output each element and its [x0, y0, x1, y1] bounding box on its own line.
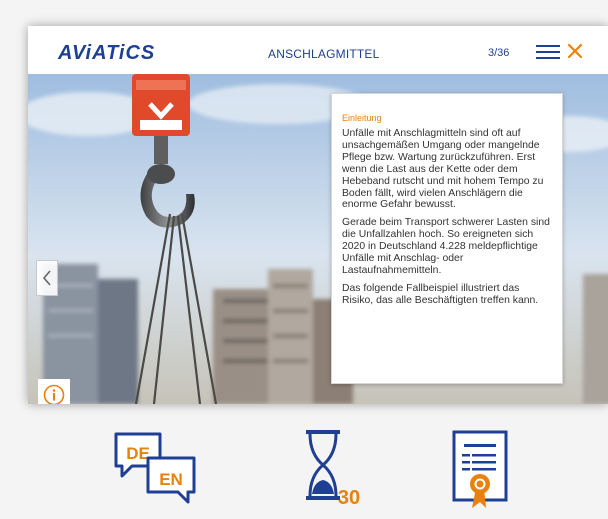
- certificate-button[interactable]: [450, 428, 514, 512]
- language-from-label: DE: [126, 444, 150, 463]
- info-icon: [43, 384, 65, 404]
- app-logo: AViATiCS: [58, 42, 156, 64]
- card-paragraph-2: Gerade beim Transport schwerer Lasten si…: [342, 217, 550, 276]
- hamburger-menu-icon[interactable]: [536, 44, 560, 60]
- hourglass-icon: 30: [306, 430, 360, 509]
- module-title: ANSCHLAGMITTEL: [268, 47, 380, 61]
- timer-button[interactable]: 30: [300, 428, 366, 509]
- close-icon[interactable]: [567, 43, 583, 59]
- previous-slide-button[interactable]: [36, 260, 58, 296]
- timer-minutes: 30: [338, 487, 360, 508]
- card-paragraph-3: Das folgende Fallbeispiel illustriert da…: [342, 282, 539, 306]
- language-switch-button[interactable]: DE EN: [112, 430, 198, 506]
- info-button[interactable]: [38, 379, 70, 404]
- certificate-icon: [452, 430, 508, 508]
- card-paragraph-1: Unfälle mit Anschlagmitteln sind oft auf…: [342, 128, 544, 211]
- intro-text-card: Einleitung Unfälle mit Anschlagmitteln s…: [331, 93, 563, 384]
- language-to-label: EN: [159, 470, 183, 489]
- card-heading: Einleitung: [342, 113, 382, 123]
- language-switch-icon: DE EN: [114, 432, 196, 504]
- chevron-left-icon: [42, 270, 51, 286]
- header-bar: AViATiCS ANSCHLAGMITTEL 3/36: [28, 26, 608, 74]
- page-counter: 3/36: [488, 47, 510, 59]
